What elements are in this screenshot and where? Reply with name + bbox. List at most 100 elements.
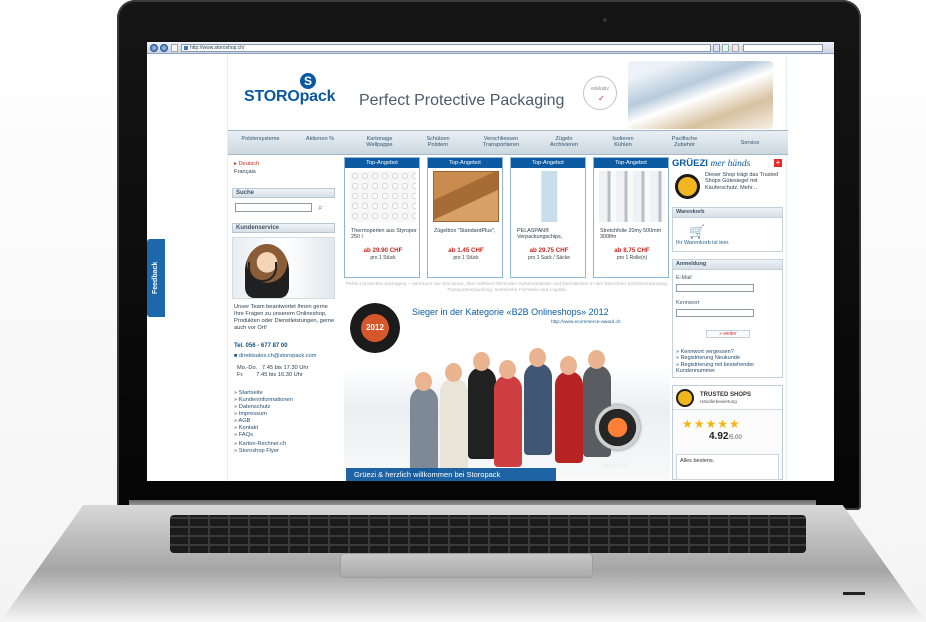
email-label: E-Mail xyxy=(676,275,692,281)
offer-unit: pro 1 Rolle(n) xyxy=(616,255,648,261)
link-kundeninformationen[interactable]: » Kundeninformationen xyxy=(234,397,293,404)
main-navigation: Polstersysteme Aktionen % Kartonage Well… xyxy=(228,130,788,155)
right-sidebar: GRÜEZI mer händs + Dieser Shop trägt das… xyxy=(672,158,783,481)
login-links: » Kennwort vergessen? » Registrierung Ne… xyxy=(676,349,782,374)
head xyxy=(499,360,516,379)
offer-badge: Top-Angebot xyxy=(345,158,419,168)
nav-item-service[interactable]: Service xyxy=(721,140,779,146)
password-label: Kennwort xyxy=(676,300,700,306)
storopack-logo-icon[interactable]: S xyxy=(300,73,316,89)
review-snippet: Alles bestens. xyxy=(676,454,779,480)
trusted-shops-subtitle: Händlerbewertung xyxy=(700,399,737,404)
offer-name: Zügelbox "StandardPlus", xyxy=(434,228,496,234)
phone-number[interactable]: Tel. 056 - 677 87 00 xyxy=(234,343,288,349)
browser-search-input[interactable] xyxy=(743,44,823,52)
rating-score: 4.92/5.00 xyxy=(709,431,742,442)
hours-days: Mo.-Do. xyxy=(237,365,258,371)
login-box: Anmeldung E-Mail Kennwort » weiter » Ken… xyxy=(672,259,783,378)
laptop-screenshot: http://www.storoshop.ch/ Feedback S STOR… xyxy=(0,0,926,622)
link-datenschutz[interactable]: » Datenschutz xyxy=(234,404,293,411)
nav-item-kartonage[interactable]: Kartonage Wellpappe xyxy=(353,136,406,148)
head xyxy=(588,350,605,369)
person xyxy=(524,348,552,455)
offer-card[interactable]: Top-Angebot Thermoperlen aus Styropor 25… xyxy=(344,157,420,278)
address-bar[interactable]: http://www.storoshop.ch/ xyxy=(181,44,711,52)
packing-chips-image xyxy=(516,171,582,222)
footer-links: » Startseite » Kundeninformationen » Dat… xyxy=(234,390,293,455)
exklusiv-seal: exklusiv xyxy=(583,76,617,110)
offer-price: ab 1.45 CHF xyxy=(448,247,484,254)
offer-badge: Top-Angebot xyxy=(594,158,668,168)
search-icon[interactable]: ⌕ xyxy=(318,203,322,213)
trusted-shops-icon xyxy=(676,389,694,407)
link-kontakt[interactable]: » Kontakt xyxy=(234,425,293,432)
gruezi-script: mer händs xyxy=(710,159,751,169)
award-banner[interactable]: 2012 Sieger in der Kategorie «B2B Online… xyxy=(344,295,670,481)
password-field[interactable] xyxy=(676,309,754,317)
link-storoshop-flyer[interactable]: » Storoshop Flyer xyxy=(234,448,293,455)
nav-item-zuegeln[interactable]: Zügeln Archivieren xyxy=(539,136,589,148)
nav-item-aktionen[interactable]: Aktionen % xyxy=(295,136,345,142)
web-page-viewport: Feedback S STOROpack Perfect Protective … xyxy=(147,54,834,481)
person xyxy=(410,372,438,479)
offer-card[interactable]: Top-Angebot Zügelbox "StandardPlus", ab … xyxy=(427,157,503,278)
link-karton-rechner[interactable]: » Karton-Rechner.ch xyxy=(234,441,293,448)
offer-price: ab 29.75 CHF xyxy=(529,247,569,254)
nav-dropdown-icon[interactable] xyxy=(171,44,178,52)
nav-item-isolieren[interactable]: Isolieren Kühlen xyxy=(597,136,649,148)
trusted-shops-text: Dieser Shop trägt das Trusted Shops Güte… xyxy=(705,172,779,191)
trusted-shops-header: TRUSTED SHOPS Händlerbewertung xyxy=(673,386,782,410)
back-icon[interactable] xyxy=(150,44,158,52)
link-faqs[interactable]: » FAQs xyxy=(234,432,293,439)
url-text: http://www.storoshop.ch/ xyxy=(190,45,245,51)
swiss-flag-icon: + xyxy=(774,158,782,167)
language-selector: ▸ Deutsch Français xyxy=(234,160,259,176)
register-existing-customer-link[interactable]: » Registrierung mit bestehender Kundennu… xyxy=(676,362,782,375)
trusted-shops-rating[interactable]: TRUSTED SHOPS Händlerbewertung ★★★★★ 4.9… xyxy=(672,385,783,480)
forward-icon[interactable] xyxy=(160,44,168,52)
customer-service-text: Unser Team beantwortet Ihnen gerne Ihre … xyxy=(234,304,335,331)
link-impressum[interactable]: » Impressum xyxy=(234,411,293,418)
head xyxy=(529,348,546,367)
shopping-cart-icon[interactable]: 🛒 xyxy=(689,224,705,240)
cart-box: Warenkorb 🛒 Ihr Warenkorb ist leer. xyxy=(672,207,783,252)
stop-icon[interactable] xyxy=(732,44,739,52)
nav-item-schuetzen[interactable]: Schützen Polstern xyxy=(414,136,462,148)
gruezi-main: GRÜEZI xyxy=(672,158,708,169)
link-agb[interactable]: » AGB xyxy=(234,418,293,425)
language-deutsch[interactable]: ▸ Deutsch xyxy=(234,160,259,168)
trusted-shops-logo[interactable] xyxy=(675,174,700,199)
search-input[interactable] xyxy=(235,203,312,212)
person xyxy=(555,356,583,463)
nav-item-pacifische[interactable]: Pacifische Zubehör xyxy=(657,136,712,148)
login-title: Anmeldung xyxy=(673,260,782,270)
email-field[interactable] xyxy=(676,284,754,292)
person xyxy=(494,360,522,467)
packaging-products-image xyxy=(628,61,773,129)
language-deutsch-label: Deutsch xyxy=(238,161,260,167)
feedback-tab[interactable]: Feedback xyxy=(147,239,165,317)
login-button[interactable]: » weiter xyxy=(706,330,750,338)
email-link[interactable]: ■ direktsales.ch@storopack.com xyxy=(234,353,317,359)
head xyxy=(473,352,490,371)
search-title: Suche xyxy=(232,188,335,198)
nav-item-polstersysteme[interactable]: Polstersysteme xyxy=(233,136,288,142)
offer-unit: pro 1 Stück xyxy=(453,255,479,261)
language-francais[interactable]: Français xyxy=(234,168,259,176)
hours-time: 7.45 bis 16.30 Uhr xyxy=(256,372,303,378)
customer-service-title: Kundenservice xyxy=(232,223,335,233)
hours-days: Fr. xyxy=(237,372,244,378)
offer-card[interactable]: Top-Angebot Stretchfolie 20my 500mm 300l… xyxy=(593,157,669,278)
top-offers: Top-Angebot Thermoperlen aus Styropor 25… xyxy=(344,157,670,278)
nav-item-verschliessen[interactable]: Verschliessen Transportieren xyxy=(470,136,532,148)
address-dropdown-icon[interactable] xyxy=(713,44,720,52)
winner-team-image xyxy=(344,295,670,481)
trusted-shops-title: TRUSTED SHOPS xyxy=(700,392,752,398)
left-sidebar: ▸ Deutsch Français Suche ⌕ Kundenservice… xyxy=(232,160,335,481)
storopack-logo[interactable]: STOROpack xyxy=(244,88,335,106)
link-startseite[interactable]: » Startseite xyxy=(234,390,293,397)
company-caption: Perfect protective packaging – Vertrauen… xyxy=(345,282,669,293)
award-seal-icon xyxy=(595,405,640,450)
refresh-icon[interactable] xyxy=(722,44,729,52)
offer-card[interactable]: Top-Angebot PELASPAN® Verpackungschips, … xyxy=(510,157,586,278)
